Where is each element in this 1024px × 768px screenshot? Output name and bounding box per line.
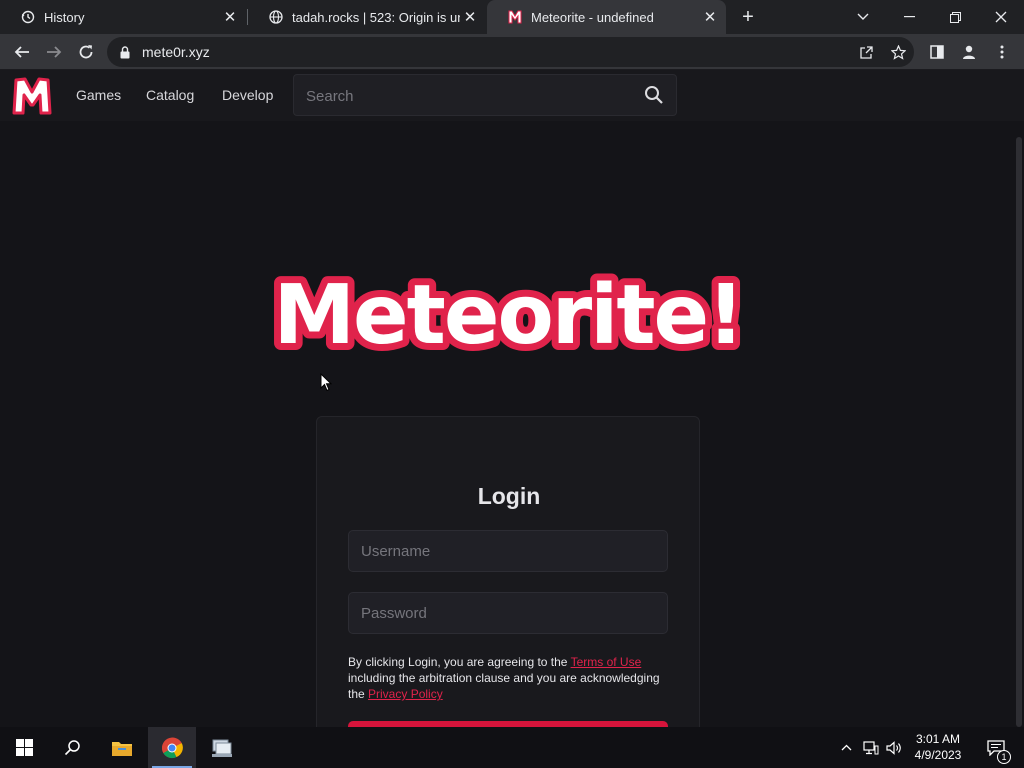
page-content: Meteorite! Meteorite! Login By clicking … bbox=[0, 121, 1024, 727]
search-icon[interactable] bbox=[48, 727, 96, 768]
url-text: mete0r.xyz bbox=[142, 44, 210, 60]
nav-link-develop[interactable]: Develop bbox=[222, 87, 273, 103]
privacy-policy-link[interactable]: Privacy Policy bbox=[368, 687, 443, 701]
close-icon[interactable]: ✕ bbox=[220, 7, 240, 27]
meteorite-logo-icon[interactable] bbox=[11, 76, 53, 116]
mouse-cursor-icon bbox=[320, 372, 334, 393]
side-panel-icon[interactable] bbox=[923, 38, 951, 66]
login-title: Login bbox=[477, 483, 541, 509]
tray-chevron-up-icon[interactable] bbox=[837, 727, 855, 768]
new-tab-plus-icon[interactable]: + bbox=[737, 6, 759, 28]
bookmark-star-icon[interactable] bbox=[884, 38, 912, 66]
password-field bbox=[348, 592, 668, 634]
forward-arrow-icon[interactable] bbox=[40, 38, 68, 66]
search-icon[interactable] bbox=[644, 85, 664, 105]
back-arrow-icon[interactable] bbox=[8, 38, 36, 66]
search-input[interactable] bbox=[306, 85, 636, 107]
meteorite-hero-logo: Meteorite! Meteorite! bbox=[252, 261, 764, 370]
nav-link-catalog[interactable]: Catalog bbox=[146, 87, 194, 103]
notification-badge: 1 bbox=[997, 750, 1011, 764]
browser-toolbar: mete0r.xyz bbox=[0, 34, 1024, 70]
meteorite-favicon-icon bbox=[507, 9, 523, 25]
tab-history[interactable]: History ✕ bbox=[0, 0, 246, 34]
network-icon[interactable] bbox=[860, 727, 882, 768]
tab-label: Meteorite - undefined bbox=[531, 9, 654, 25]
site-search bbox=[293, 74, 677, 116]
profile-icon[interactable] bbox=[955, 38, 983, 66]
tab-label: tadah.rocks | 523: Origin is unreachable bbox=[292, 9, 460, 25]
file-explorer-icon[interactable] bbox=[98, 727, 146, 768]
taskbar-clock[interactable]: 3:01 AM 4/9/2023 bbox=[906, 731, 970, 763]
scrollbar-thumb[interactable] bbox=[1016, 137, 1022, 727]
password-input[interactable] bbox=[349, 593, 667, 633]
menu-kebab-icon[interactable] bbox=[988, 38, 1016, 66]
address-bar[interactable]: mete0r.xyz bbox=[107, 37, 914, 67]
tab-search-chevron-icon[interactable] bbox=[840, 0, 886, 34]
minimize-icon[interactable] bbox=[886, 0, 932, 34]
browser-tab-bar: History ✕ tadah.rocks | 523: Origin is u… bbox=[0, 0, 1024, 34]
history-icon bbox=[20, 9, 36, 25]
username-input[interactable] bbox=[349, 531, 667, 571]
reload-icon[interactable] bbox=[72, 38, 100, 66]
tab-tadah[interactable]: tadah.rocks | 523: Origin is unreachable… bbox=[248, 0, 486, 34]
network-app-icon[interactable] bbox=[198, 727, 246, 768]
restore-icon[interactable] bbox=[932, 0, 978, 34]
volume-icon[interactable] bbox=[884, 727, 904, 768]
hero-logo-text: Meteorite! bbox=[273, 269, 742, 359]
terms-of-use-link[interactable]: Terms of Use bbox=[571, 655, 642, 669]
lock-icon[interactable] bbox=[120, 45, 134, 59]
close-icon[interactable]: ✕ bbox=[700, 7, 720, 27]
tab-label: History bbox=[44, 9, 85, 25]
close-window-icon[interactable] bbox=[978, 0, 1024, 34]
legal-text-before: By clicking Login, you are agreeing to t… bbox=[348, 655, 571, 669]
tab-meteorite[interactable]: Meteorite - undefined ✕ bbox=[487, 0, 726, 34]
chrome-icon[interactable] bbox=[148, 727, 196, 768]
close-icon[interactable]: ✕ bbox=[460, 7, 480, 27]
site-navbar: Games Catalog Develop bbox=[0, 70, 1024, 121]
globe-icon bbox=[268, 9, 284, 25]
login-card: Login By clicking Login, you are agreein… bbox=[316, 416, 700, 727]
legal-notice: By clicking Login, you are agreeing to t… bbox=[348, 654, 673, 702]
nav-link-games[interactable]: Games bbox=[76, 87, 121, 103]
clock-date: 4/9/2023 bbox=[914, 748, 962, 762]
share-icon[interactable] bbox=[852, 38, 880, 66]
notification-center-icon[interactable]: 1 bbox=[980, 727, 1012, 768]
clock-time: 3:01 AM bbox=[915, 732, 961, 746]
windows-taskbar: 3:01 AM 4/9/2023 1 bbox=[0, 727, 1024, 768]
windows-start-icon[interactable] bbox=[0, 727, 48, 768]
username-field bbox=[348, 530, 668, 572]
